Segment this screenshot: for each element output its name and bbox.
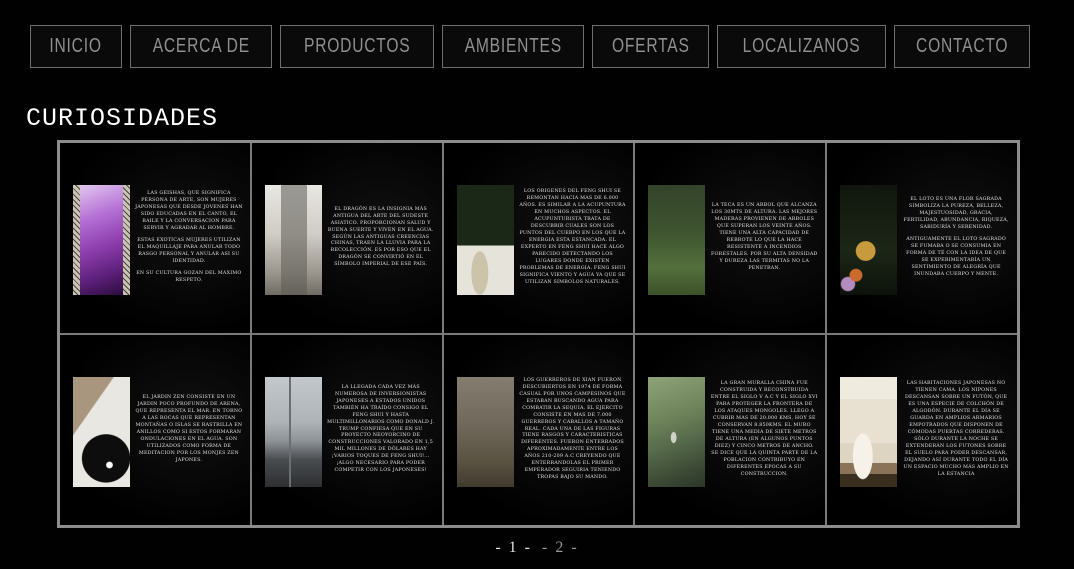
nav-item-inicio[interactable]: INICIO	[30, 25, 122, 68]
card-text: LA GRAN MURALLA CHINA FUE CONSTRUIDA Y R…	[710, 357, 818, 503]
card-jardin-zen: EL JARDIN ZEN CONSISTE EN UN JARDIN POCO…	[60, 335, 250, 525]
terracotta-warriors-photo	[457, 377, 514, 487]
card-paragraph: EL JARDIN ZEN CONSISTE EN UN JARDIN POCO…	[135, 395, 243, 465]
card-teca: LA TECA ES UN ARBOL QUE ALCANZA LOS 30MT…	[635, 143, 825, 333]
main-nav: INICIO ACERCA DE PRODUCTOS AMBIENTES OFE…	[0, 25, 1074, 68]
card-paragraph: LOS ORIGENES DEL FENG SHUI SE REMONTAN H…	[519, 189, 627, 286]
nav-item-ambientes[interactable]: AMBIENTES	[442, 25, 585, 68]
card-text: EL LOTO ES UNA FLOR SAGRADA SIMBOLIZA LA…	[902, 165, 1010, 311]
card-gran-muralla: LA GRAN MURALLA CHINA FUE CONSTRUIDA Y R…	[635, 335, 825, 525]
zen-garden-photo	[73, 377, 130, 487]
nav-item-localizanos[interactable]: LOCALIZANOS	[717, 25, 886, 68]
nav-item-contacto[interactable]: CONTACTO	[894, 25, 1030, 68]
card-background: LOS ORIGENES DEL FENG SHUI SE REMONTAN H…	[444, 143, 634, 333]
card-background: LA GRAN MURALLA CHINA FUE CONSTRUIDA Y R…	[635, 335, 825, 525]
card-loto: EL LOTO ES UNA FLOR SAGRADA SIMBOLIZA LA…	[827, 143, 1017, 333]
card-paragraph: LA TECA ES UN ARBOL QUE ALCANZA LOS 30MT…	[710, 203, 818, 273]
card-paragraph: EL DRAGÓN ES LA INSIGNIA MÁS ANTIGUA DEL…	[327, 207, 435, 270]
card-paragraph: LA LLEGADA CADA VEZ MÁS NUMEROSA DE INVE…	[327, 385, 435, 475]
card-paragraph: ANTIGUAMENTE EL LOTO SAGRADO SE FUMABA O…	[902, 237, 1010, 279]
card-geishas: LAS GEISHAS, QUE SIGNIFICA PERSONA DE AR…	[60, 143, 250, 333]
pagination: - 1 - - 2 -	[0, 539, 1074, 557]
card-paragraph: EN SU CULTURA GOZAN DEL MAXIMO RESPETO.	[135, 271, 243, 285]
card-dragon: EL DRAGÓN ES LA INSIGNIA MÁS ANTIGUA DEL…	[252, 143, 442, 333]
card-text: EL DRAGÓN ES LA INSIGNIA MÁS ANTIGUA DEL…	[327, 165, 435, 311]
card-text: EL JARDIN ZEN CONSISTE EN UN JARDIN POCO…	[135, 357, 243, 503]
curiosities-grid: LAS GEISHAS, QUE SIGNIFICA PERSONA DE AR…	[57, 140, 1020, 528]
nav-item-productos[interactable]: PRODUCTOS	[280, 25, 434, 68]
card-background: EL DRAGÓN ES LA INSIGNIA MÁS ANTIGUA DEL…	[252, 143, 442, 333]
page-link-2[interactable]: - 2 -	[542, 539, 579, 557]
card-background: LA TECA ES UN ARBOL QUE ALCANZA LOS 30MT…	[635, 143, 825, 333]
page: INICIO ACERCA DE PRODUCTOS AMBIENTES OFE…	[0, 0, 1074, 569]
asian-statue-photo	[265, 185, 322, 295]
teak-forest-photo	[648, 185, 705, 295]
card-text: LA LLEGADA CADA VEZ MÁS NUMEROSA DE INVE…	[327, 357, 435, 503]
card-text: LAS GEISHAS, QUE SIGNIFICA PERSONA DE AR…	[135, 165, 243, 311]
card-paragraph: LOS GUERREROS DE XIAN FUERON DESCUBIERTO…	[519, 378, 627, 482]
card-text: LOS GUERREROS DE XIAN FUERON DESCUBIERTO…	[519, 357, 627, 503]
card-paragraph: EL LOTO ES UNA FLOR SAGRADA SIMBOLIZA LA…	[902, 197, 1010, 232]
card-background: EL JARDIN ZEN CONSISTE EN UN JARDIN POCO…	[60, 335, 250, 525]
nav-item-label: AMBIENTES	[464, 35, 561, 58]
card-text: LA TECA ES UN ARBOL QUE ALCANZA LOS 30MT…	[710, 165, 818, 311]
card-habitaciones: LAS HABITACIONES JAPONESAS NO TIENEN CAM…	[827, 335, 1017, 525]
nav-item-acerca-de[interactable]: ACERCA DE	[130, 25, 273, 68]
lotus-buddha-photo	[840, 185, 897, 295]
nav-item-label: ACERCA DE	[152, 35, 249, 58]
geisha-portrait-photo	[73, 185, 130, 295]
nav-item-label: INICIO	[50, 35, 102, 58]
nav-item-label: CONTACTO	[916, 35, 1008, 58]
card-text: LAS HABITACIONES JAPONESAS NO TIENEN CAM…	[902, 357, 1010, 503]
card-inversionistas: LA LLEGADA CADA VEZ MÁS NUMEROSA DE INVE…	[252, 335, 442, 525]
great-wall-photo	[648, 377, 705, 487]
card-background: LAS HABITACIONES JAPONESAS NO TIENEN CAM…	[827, 335, 1017, 525]
card-background: EL LOTO ES UNA FLOR SAGRADA SIMBOLIZA LA…	[827, 143, 1017, 333]
card-paragraph: LAS HABITACIONES JAPONESAS NO TIENEN CAM…	[902, 381, 1010, 478]
nav-item-label: PRODUCTOS	[304, 35, 410, 58]
card-paragraph: LA GRAN MURALLA CHINA FUE CONSTRUIDA Y R…	[710, 381, 818, 478]
card-guerreros-xian: LOS GUERREROS DE XIAN FUERON DESCUBIERTO…	[444, 335, 634, 525]
card-background: LOS GUERREROS DE XIAN FUERON DESCUBIERTO…	[444, 335, 634, 525]
nav-item-label: OFERTAS	[612, 35, 690, 58]
card-background: LA LLEGADA CADA VEZ MÁS NUMEROSA DE INVE…	[252, 335, 442, 525]
page-title: CURIOSIDADES	[26, 104, 218, 133]
garden-furniture-photo	[457, 185, 514, 295]
nav-item-label: LOCALIZANOS	[743, 35, 861, 58]
page-link-1[interactable]: - 1 -	[495, 539, 532, 557]
card-background: LAS GEISHAS, QUE SIGNIFICA PERSONA DE AR…	[60, 143, 250, 333]
nav-item-ofertas[interactable]: OFERTAS	[592, 25, 710, 68]
card-paragraph: ESTAS EXOTICAS MUJERES UTILIZAN EL MAQUI…	[135, 238, 243, 266]
shanghai-tower-photo	[265, 377, 322, 487]
japanese-bedroom-photo	[840, 377, 897, 487]
card-text: LOS ORIGENES DEL FENG SHUI SE REMONTAN H…	[519, 165, 627, 311]
card-feng-shui: LOS ORIGENES DEL FENG SHUI SE REMONTAN H…	[444, 143, 634, 333]
card-paragraph: LAS GEISHAS, QUE SIGNIFICA PERSONA DE AR…	[135, 191, 243, 233]
